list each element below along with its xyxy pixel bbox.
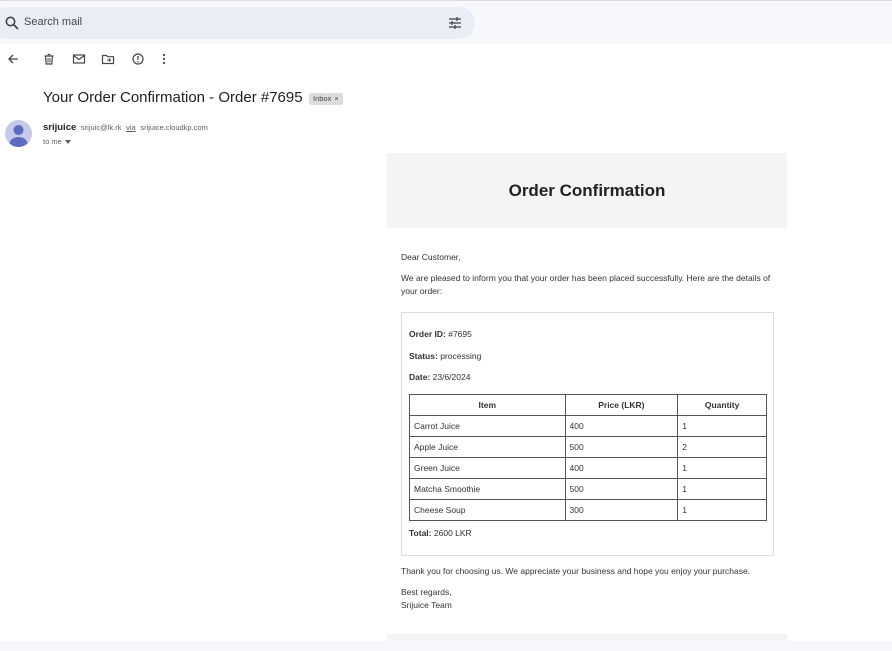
gmail-window: Search mail Your Order Confirmation - Or… [0,0,892,651]
trash-icon[interactable] [42,52,56,66]
quantity-cell: 1 [677,415,767,437]
quantity-cell: 1 [677,499,767,521]
search-bar[interactable]: Search mail [0,7,475,39]
signature-text: Srijuice Team [401,600,452,610]
email-subject: Your Order Confirmation - Order #7695 [43,89,303,106]
quantity-cell: 1 [677,478,767,500]
email-heading: Order Confirmation [508,181,666,200]
table-row: Carrot Juice 400 1 [409,415,767,437]
order-id-line: Order ID: #7695 [409,329,472,339]
sender-email: srijuic@lk.rk [80,123,122,132]
column-header: Price (LKR) [564,394,679,416]
remove-label-icon[interactable]: × [334,94,338,103]
item-cell: Matcha Smoothie [409,478,566,500]
tune-icon[interactable] [448,16,462,30]
date-value: 23/6/2024 [432,372,471,382]
back-arrow-icon[interactable] [6,52,20,66]
status-value: processing [440,351,482,361]
order-id-value: #7695 [448,329,472,339]
price-cell: 400 [564,457,679,479]
order-items-table: Item Price (LKR) Quantity Carrot Juice 4… [409,394,767,521]
top-bar: Search mail [0,0,892,44]
via-link[interactable]: via [126,123,136,132]
status-line: Status: processing [409,351,481,361]
date-line: Date: 23/6/2024 [409,372,470,382]
sender-line: srijuice srijuic@lk.rk via srijuice.clou… [43,122,208,133]
order-id-label: Order ID: [409,329,446,339]
item-cell: Carrot Juice [409,415,566,437]
inbox-label-text: Inbox [313,94,332,103]
recipient-details[interactable]: to me [43,137,71,146]
greeting: Dear Customer, [401,252,461,262]
total-line: Total: 2600 LKR [409,528,472,538]
move-to-folder-icon[interactable] [101,52,115,66]
avatar[interactable] [5,120,32,147]
quantity-cell: 2 [677,436,767,458]
item-cell: Green Juice [409,457,566,479]
email-footer [387,634,787,641]
search-input[interactable]: Search mail [24,16,82,28]
search-icon[interactable] [4,15,20,31]
table-header-row: Item Price (LKR) Quantity [409,394,767,416]
regards-text: Best regards, [401,587,452,597]
via-domain: srijuice.cloudkp.com [140,123,208,132]
intro-paragraph: We are pleased to inform you that your o… [401,273,771,296]
mark-unread-icon[interactable] [72,52,86,66]
table-row: Matcha Smoothie 500 1 [409,478,767,500]
order-details-box: Order ID: #7695 Status: processing Date:… [401,312,774,556]
column-header: Item [409,394,566,416]
total-label: Total: [409,528,432,538]
date-label: Date: [409,372,431,382]
item-cell: Cheese Soup [409,499,566,521]
message-view: Your Order Confirmation - Order #7695 In… [0,44,892,641]
price-cell: 500 [564,478,679,500]
chevron-down-icon[interactable] [64,140,71,145]
thanks-paragraph: Thank you for choosing us. We appreciate… [401,566,751,576]
table-row: Green Juice 400 1 [409,457,767,479]
table-row: Apple Juice 500 2 [409,436,767,458]
inbox-label-chip[interactable]: Inbox × [309,93,343,105]
item-cell: Apple Juice [409,436,566,458]
column-header: Quantity [677,394,767,416]
status-label: Status: [409,351,438,361]
price-cell: 500 [564,436,679,458]
price-cell: 400 [564,415,679,437]
table-row: Cheese Soup 300 1 [409,499,767,521]
price-cell: 300 [564,499,679,521]
more-vert-icon[interactable] [157,52,171,66]
email-body-header: Order Confirmation [387,153,787,228]
total-value: 2600 LKR [433,528,472,538]
sender-name[interactable]: srijuice [43,122,76,133]
to-me-label: to me [43,137,62,146]
report-spam-icon[interactable] [131,52,145,66]
quantity-cell: 1 [677,457,767,479]
